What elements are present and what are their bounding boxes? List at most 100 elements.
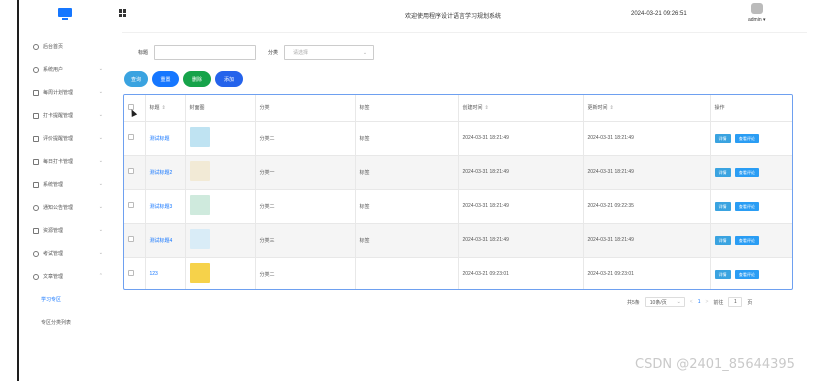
checkin-icon bbox=[33, 158, 39, 165]
detail-button[interactable]: 详情 bbox=[714, 201, 731, 211]
actions-cell: 详情 查看评论 bbox=[710, 188, 792, 223]
category-select[interactable]: 请选择 ⌄ bbox=[284, 45, 375, 60]
col-header-updated[interactable]: 更新时间 ⇕ bbox=[583, 95, 711, 121]
chevron-down-icon: ⌄ bbox=[98, 204, 103, 210]
col-header-category: 分类 bbox=[255, 95, 356, 121]
menu-toggle-icon[interactable] bbox=[119, 9, 127, 17]
row-select-cell bbox=[124, 120, 146, 155]
title-filter-label: 标题 bbox=[138, 50, 149, 56]
updated-cell: 2024-03-21 09:23:01 bbox=[583, 256, 711, 289]
col-header-title[interactable]: 标题 ⇕ bbox=[145, 95, 186, 121]
title-link[interactable]: 123 bbox=[150, 271, 158, 277]
row-checkbox[interactable] bbox=[128, 270, 134, 277]
title-search-input[interactable] bbox=[154, 45, 257, 60]
chevron-down-icon: ⌄ bbox=[98, 135, 103, 141]
prev-page-button[interactable]: < bbox=[690, 299, 693, 305]
title-cell: 123 bbox=[145, 256, 186, 289]
view-comments-button[interactable]: 查看评论 bbox=[734, 269, 759, 279]
sidebar-item-review-reminder[interactable]: 评价提醒管理 ⌄ bbox=[19, 127, 119, 150]
cover-cell bbox=[185, 188, 256, 223]
sidebar-item-system[interactable]: 系统管理 ⌄ bbox=[19, 173, 119, 196]
sidebar-subitem-zone-categories[interactable]: 专区分类列表 bbox=[19, 311, 119, 334]
goto-suffix: 页 bbox=[747, 299, 753, 306]
col-header-actions: 操作 bbox=[710, 95, 792, 121]
detail-button[interactable]: 详情 bbox=[714, 269, 731, 279]
sidebar: 后台首页 系统用户 ⌄ 每周计划管理 ⌄ 打卡提醒管理 ⌄ 评价提醒管理 ⌄ 每日打卡管… bbox=[19, 35, 119, 334]
title-cell: 测试标题2 bbox=[145, 154, 186, 189]
tag-cell: 标签 bbox=[355, 222, 459, 257]
title-link[interactable]: 测试标题 bbox=[150, 136, 170, 142]
articles-table: 标题 ⇕ 封面图 分类 标签 创建时间 ⇕ 更新时间 ⇕ 操作 测试标题 分类二 标签… bbox=[123, 94, 793, 290]
row-checkbox[interactable] bbox=[128, 168, 134, 174]
sidebar-item-home[interactable]: 后台首页 bbox=[19, 35, 119, 58]
sidebar-item-announcements[interactable]: 通知公告管理 ⌄ bbox=[19, 196, 119, 219]
goto-page-input[interactable]: 1 bbox=[728, 297, 743, 307]
sidebar-item-label: 评价提醒管理 bbox=[43, 136, 74, 142]
clock-icon bbox=[33, 43, 39, 50]
chevron-down-icon: ⌄ bbox=[98, 66, 103, 72]
detail-button[interactable]: 详情 bbox=[714, 167, 731, 177]
sidebar-item-label: 后台首页 bbox=[43, 44, 64, 50]
user-avatar[interactable] bbox=[751, 3, 763, 14]
updated-cell: 2024-03-31 18:21:49 bbox=[583, 120, 711, 155]
actions-cell: 详情 查看评论 bbox=[710, 120, 792, 155]
view-comments-button[interactable]: 查看评论 bbox=[734, 201, 759, 211]
site-title: 欢迎使用程序设计语言学习规划系统 bbox=[405, 14, 502, 20]
chevron-down-icon: ⌄ bbox=[98, 250, 103, 256]
col-header-tag: 标签 bbox=[355, 95, 459, 121]
row-checkbox[interactable] bbox=[128, 134, 134, 140]
chevron-down-icon: ⌄ bbox=[98, 89, 103, 95]
calendar-icon bbox=[33, 89, 39, 96]
watermark: CSDN @2401_85644395 bbox=[635, 357, 795, 372]
delete-button[interactable]: 删除 bbox=[183, 71, 211, 87]
title-link[interactable]: 测试标题4 bbox=[150, 238, 173, 244]
title-cell: 测试标题3 bbox=[145, 188, 186, 223]
title-link[interactable]: 测试标题2 bbox=[150, 170, 173, 176]
row-checkbox[interactable] bbox=[128, 202, 134, 208]
sidebar-item-daily-checkin[interactable]: 每日打卡管理 ⌄ bbox=[19, 150, 119, 173]
view-comments-button[interactable]: 查看评论 bbox=[734, 235, 759, 245]
sidebar-item-users[interactable]: 系统用户 ⌄ bbox=[19, 58, 119, 81]
sidebar-item-weekly-plan[interactable]: 每周计划管理 ⌄ bbox=[19, 81, 119, 104]
category-cell: 分类三 bbox=[255, 222, 356, 257]
monitor-logo-icon bbox=[58, 8, 72, 20]
top-bar: 欢迎使用程序设计语言学习规划系统 2024-03-21 09:26:51 adm… bbox=[19, 0, 807, 29]
sidebar-item-label: 系统管理 bbox=[43, 182, 64, 188]
row-select-cell bbox=[124, 256, 146, 289]
updated-cell: 2024-03-31 18:21:49 bbox=[583, 222, 711, 257]
cover-image bbox=[189, 229, 210, 249]
view-comments-button[interactable]: 查看评论 bbox=[734, 133, 759, 143]
tag-cell bbox=[355, 256, 459, 289]
chevron-down-icon: ⌄ bbox=[98, 227, 103, 233]
col-header-cover: 封面图 bbox=[185, 95, 256, 121]
table-header-row: 标题 ⇕ 封面图 分类 标签 创建时间 ⇕ 更新时间 ⇕ 操作 bbox=[124, 95, 792, 121]
row-checkbox[interactable] bbox=[128, 236, 134, 242]
current-datetime: 2024-03-21 09:26:51 bbox=[631, 11, 687, 17]
add-button[interactable]: 添加 bbox=[215, 71, 243, 87]
created-cell: 2024-03-31 18:21:49 bbox=[458, 120, 584, 155]
sidebar-item-resources[interactable]: 资源管理 ⌄ bbox=[19, 219, 119, 242]
title-link[interactable]: 测试标题3 bbox=[150, 204, 173, 210]
page-size-select[interactable]: 10条/页 ⌄ bbox=[644, 297, 685, 307]
title-cell: 测试标题4 bbox=[145, 222, 186, 257]
sidebar-item-checkin-reminder[interactable]: 打卡提醒管理 ⌄ bbox=[19, 104, 119, 127]
folder-icon bbox=[33, 227, 39, 234]
col-header-created[interactable]: 创建时间 ⇕ bbox=[458, 95, 584, 121]
detail-button[interactable]: 详情 bbox=[714, 235, 731, 245]
cover-image bbox=[189, 127, 210, 147]
sidebar-item-exams[interactable]: 考试管理 ⌄ bbox=[19, 242, 119, 265]
page-number-current[interactable]: 1 bbox=[698, 299, 701, 305]
next-page-button[interactable]: > bbox=[705, 299, 708, 305]
reset-button[interactable]: 重置 bbox=[152, 71, 179, 87]
sidebar-item-label: 打卡提醒管理 bbox=[43, 113, 74, 119]
sidebar-item-articles[interactable]: 文章管理 ⌃ bbox=[19, 265, 119, 288]
detail-button[interactable]: 详情 bbox=[714, 133, 731, 143]
table-row: 测试标题4 分类三 标签 2024-03-31 18:21:49 2024-03… bbox=[124, 222, 792, 257]
category-cell: 分类二 bbox=[255, 120, 356, 155]
user-menu[interactable]: admin ▾ bbox=[748, 17, 766, 23]
user-icon bbox=[33, 66, 39, 73]
sidebar-subitem-study-zone[interactable]: 学习专区 bbox=[19, 288, 119, 311]
search-button[interactable]: 查询 bbox=[124, 71, 148, 87]
view-comments-button[interactable]: 查看评论 bbox=[734, 167, 759, 177]
chevron-down-icon: ⌄ bbox=[98, 158, 103, 164]
